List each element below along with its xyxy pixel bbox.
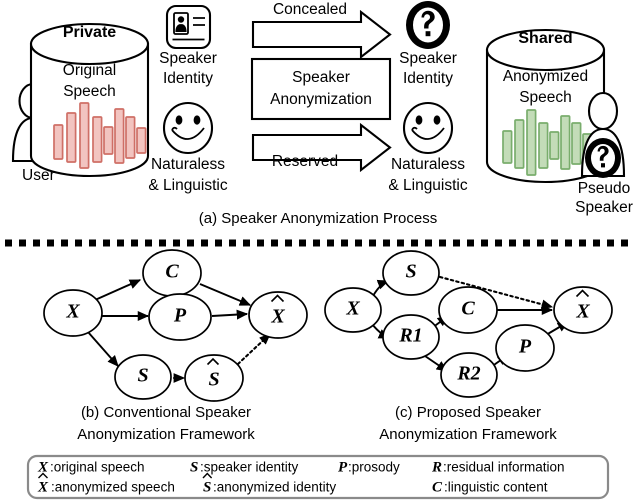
private-store-title: Private: [63, 24, 116, 41]
panel-b-caption-line2: Anonymization Framework: [77, 426, 255, 443]
private-store-line2: Speech: [63, 83, 116, 100]
svg-text:C: C: [165, 261, 179, 283]
smiley-face-icon-output: [402, 101, 454, 155]
node-b-S-hat: S: [184, 354, 244, 402]
svg-text::speaker identity: :speaker identity: [200, 460, 299, 475]
input-attr-0-line2: Identity: [163, 70, 213, 87]
svg-text:S: S: [203, 479, 211, 495]
node-c-X: X: [324, 287, 382, 333]
input-attr-1-line1: Naturaless: [151, 156, 225, 173]
node-b-C: C: [142, 249, 202, 297]
output-attr-0-line2: Identity: [403, 70, 453, 87]
svg-text:S: S: [405, 261, 416, 283]
input-attr-0-line1: Speaker: [159, 50, 217, 67]
private-store-line1: Original: [63, 62, 116, 79]
legend-item-C: C :linguistic content: [432, 479, 548, 495]
svg-text:X: X: [270, 306, 285, 328]
speaker-anonymization-box: Speaker Anonymization: [250, 57, 392, 121]
smiley-face-icon-input: [162, 101, 214, 155]
svg-text:P: P: [518, 336, 532, 358]
input-attr-1-line2: & Linguistic: [148, 177, 228, 194]
svg-text::linguistic content: :linguistic content: [444, 480, 548, 495]
node-c-R2: R2: [440, 352, 498, 398]
svg-text:C: C: [461, 298, 475, 320]
svg-text:P: P: [338, 459, 348, 475]
shared-store-title: Shared: [518, 30, 572, 47]
svg-text:R2: R2: [456, 363, 480, 385]
svg-text:P: P: [173, 305, 187, 327]
figure-root: User Private Original Speech Speaker Ide…: [0, 0, 636, 502]
svg-text::residual information: :residual information: [443, 460, 565, 475]
legend-item-R: R :residual information: [431, 459, 565, 475]
speaker-anonymization-figure: User Private Original Speech Speaker Ide…: [0, 0, 636, 502]
svg-text:C: C: [432, 479, 443, 495]
svg-text:S: S: [190, 459, 198, 475]
pseudo-question-mark-icon: [585, 138, 621, 178]
output-attr-0-line1: Speaker: [399, 50, 457, 67]
node-c-S: S: [382, 250, 440, 296]
svg-text:X: X: [345, 298, 360, 320]
node-c-R1: R1: [382, 314, 440, 360]
legend-item-X: X :original speech: [37, 459, 145, 475]
output-attr-1-line1: Naturaless: [391, 156, 465, 173]
node-b-X-hat: X: [248, 291, 308, 339]
shared-store-line2: Speech: [519, 89, 572, 106]
arrow-top-label: Concealed: [273, 1, 347, 18]
svg-text::anonymized speech: :anonymized speech: [51, 480, 175, 495]
private-data-store: Private Original Speech: [29, 22, 150, 178]
svg-text::original speech: :original speech: [50, 460, 145, 475]
id-card-icon: [165, 4, 212, 50]
svg-text:S: S: [137, 365, 148, 387]
pseudo-speaker-label-line1: Pseudo: [578, 180, 631, 197]
arrow-bottom-label: Reserved: [272, 153, 338, 170]
panel-b-caption-line1: (b) Conventional Speaker: [81, 404, 251, 421]
svg-text:X: X: [37, 479, 49, 495]
node-c-P: P: [495, 324, 555, 372]
legend-box: X :original speech S :speaker identity P…: [26, 454, 610, 500]
node-c-X-hat: X: [553, 286, 613, 334]
panel-a-caption: (a) Speaker Anonymization Process: [199, 210, 437, 227]
node-b-X: X: [43, 289, 103, 337]
svg-text:R1: R1: [398, 325, 422, 347]
legend-item-P: P :prosody: [338, 459, 400, 475]
process-box-line2: Anonymization: [270, 91, 372, 108]
node-b-S: S: [114, 354, 172, 400]
pseudo-speaker-label-line2: Speaker: [575, 199, 633, 216]
node-c-C: C: [438, 286, 498, 334]
shared-store-line1: Anonymized: [503, 68, 588, 85]
svg-text:X: X: [65, 301, 80, 323]
svg-text:R: R: [431, 459, 442, 475]
process-box-line1: Speaker: [292, 69, 350, 86]
svg-text::prosody: :prosody: [348, 460, 400, 475]
output-attr-1-line2: & Linguistic: [388, 177, 468, 194]
legend-item-S: S :speaker identity: [190, 459, 299, 475]
panel-c-caption-line2: Anonymization Framework: [379, 426, 557, 443]
svg-text:S: S: [208, 369, 219, 391]
node-b-P: P: [148, 293, 212, 341]
svg-text::anonymized identity: :anonymized identity: [213, 480, 336, 495]
svg-text:X: X: [575, 301, 590, 323]
panel-c-caption-line1: (c) Proposed Speaker: [395, 404, 541, 421]
question-mark-icon: [406, 1, 450, 49]
